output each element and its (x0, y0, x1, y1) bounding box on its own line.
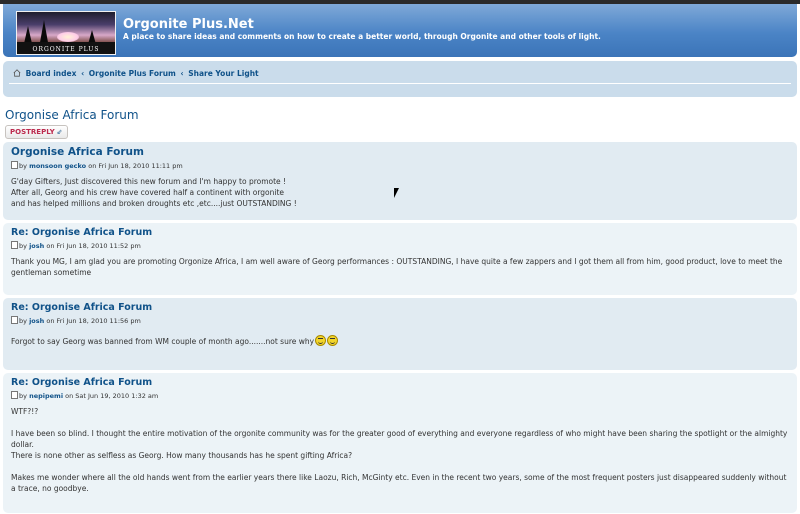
post-title[interactable]: Orgonise Africa Forum (11, 146, 789, 158)
post-text-line: and has helped millions and broken droug… (11, 199, 297, 208)
site-logo[interactable]: ORGONITE PLUS (16, 11, 116, 55)
post-date: on Fri Jun 18, 2010 11:52 pm (46, 242, 141, 250)
breadcrumb-share-your-light[interactable]: Share Your Light (188, 69, 258, 78)
breadcrumb-separator: ‹ (180, 69, 184, 78)
post-by-label: by (19, 392, 27, 400)
mouse-cursor-icon (394, 188, 399, 198)
logo-text: ORGONITE PLUS (32, 46, 100, 53)
post-by-label: by (19, 242, 27, 250)
breadcrumb-separator: ‹ (81, 69, 85, 78)
post-title[interactable]: Re: Orgonise Africa Forum (11, 227, 789, 238)
post-text-line: Thank you MG, I am glad you are promotin… (11, 257, 783, 277)
post: Re: Orgonise Africa Forum by josh on Fri… (3, 223, 797, 295)
breadcrumb: Board index ‹ Orgonite Plus Forum ‹ Shar… (13, 69, 259, 78)
post: Re: Orgonise Africa Forum by nepipemi on… (3, 373, 797, 513)
site-title: Orgonite Plus.Net (123, 17, 254, 32)
post-text-line (11, 417, 789, 428)
reply-arrow-icon: ⇙ (56, 128, 63, 136)
post-author[interactable]: monsoon gecko (29, 162, 86, 170)
post-icon[interactable] (11, 316, 18, 324)
post-date: on Sat Jun 19, 2010 1:32 am (65, 392, 159, 400)
post-icon[interactable] (11, 391, 18, 399)
post-content: Forgot to say Georg was banned from WM c… (11, 335, 789, 347)
site-header: ORGONITE PLUS Orgonite Plus.Net A place … (3, 4, 797, 57)
post-author-line: by monsoon gecko on Fri Jun 18, 2010 11:… (11, 161, 789, 170)
site-description: A place to share ideas and comments on h… (123, 32, 601, 41)
post-text-line: Forgot to say Georg was banned from WM c… (11, 335, 789, 347)
post-title[interactable]: Re: Orgonise Africa Forum (11, 302, 789, 313)
post-text: Forgot to say Georg was banned from WM c… (11, 337, 315, 346)
post-content: Thank you MG, I am glad you are promotin… (11, 256, 789, 278)
post: Orgonise Africa Forum by monsoon gecko o… (3, 142, 797, 220)
home-icon (13, 69, 21, 77)
post-text-line: Makes me wonder where all the old hands … (11, 473, 787, 493)
post-text-line: G'day Gifters, Just discovered this new … (11, 177, 287, 186)
breadcrumb-board-index[interactable]: Board index (26, 69, 77, 78)
post-content: WTF?!? I have been so blind. I thought t… (11, 406, 789, 494)
post-author[interactable]: nepipemi (29, 392, 63, 400)
post-author-line: by nepipemi on Sat Jun 19, 2010 1:32 am (11, 391, 789, 400)
navbar: Board index ‹ Orgonite Plus Forum ‹ Shar… (3, 61, 797, 97)
post-text-line: WTF?!? (11, 407, 39, 416)
post-text-line: After all, Georg and his crew have cover… (11, 188, 285, 197)
post-date: on Fri Jun 18, 2010 11:56 pm (46, 317, 141, 325)
post-reply-label: POSTREPLY (10, 128, 55, 136)
post: Re: Orgonise Africa Forum by josh on Fri… (3, 298, 797, 370)
post-icon[interactable] (11, 161, 18, 169)
post-author[interactable]: josh (29, 317, 44, 325)
post-author[interactable]: josh (29, 242, 44, 250)
smile-icon (327, 335, 339, 346)
post-by-label: by (19, 162, 27, 170)
post-text-line (11, 461, 789, 472)
post-date: on Fri Jun 18, 2010 11:11 pm (88, 162, 183, 170)
post-icon[interactable] (11, 241, 18, 249)
post-text-line: There is none other as selfless as Georg… (11, 451, 353, 460)
navbar-divider (9, 83, 791, 84)
post-title[interactable]: Re: Orgonise Africa Forum (11, 377, 789, 388)
page-title[interactable]: Orgonise Africa Forum (5, 108, 800, 122)
smile-icon (315, 335, 327, 346)
logo-sun-graphic (57, 32, 79, 42)
post-author-line: by josh on Fri Jun 18, 2010 11:52 pm (11, 241, 789, 250)
post-content: G'day Gifters, Just discovered this new … (11, 176, 789, 209)
post-reply-button[interactable]: POSTREPLY ⇙ (5, 125, 68, 139)
post-author-line: by josh on Fri Jun 18, 2010 11:56 pm (11, 316, 789, 325)
breadcrumb-orgonite-plus-forum[interactable]: Orgonite Plus Forum (89, 69, 176, 78)
post-by-label: by (19, 317, 27, 325)
post-text-line: I have been so blind. I thought the enti… (11, 429, 788, 449)
